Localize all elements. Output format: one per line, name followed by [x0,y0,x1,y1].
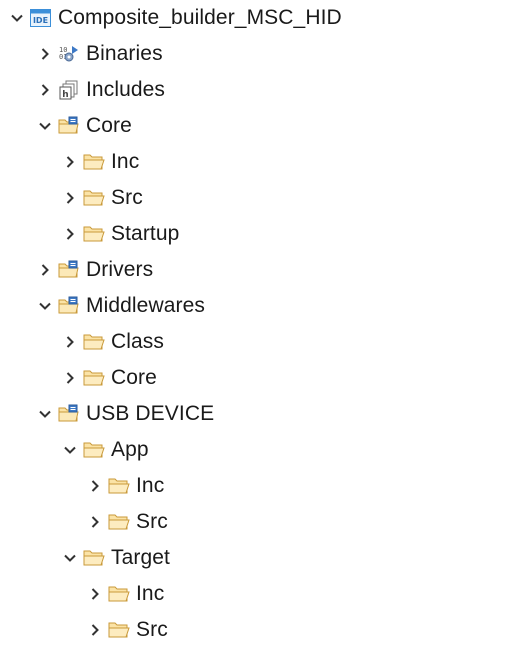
chevron-down-icon[interactable] [36,297,54,315]
tree-item-drivers[interactable]: Drivers [0,252,527,288]
folder-icon [83,332,105,352]
project-label: Composite_builder_MSC_HID [58,6,342,29]
tree-item-target-src[interactable]: Src [0,612,527,648]
tree-item-usb-device[interactable]: USB DEVICE [0,396,527,432]
chevron-right-icon[interactable] [61,153,79,171]
tree-item-middlewares-core[interactable]: Core [0,360,527,396]
tree-item-label: Middlewares [86,294,205,317]
tree-item-middlewares-class[interactable]: Class [0,324,527,360]
tree-item-core-src[interactable]: Src [0,180,527,216]
folder-icon [83,224,105,244]
tree-item-label: Binaries [86,42,163,65]
chevron-down-icon[interactable] [61,441,79,459]
chevron-right-icon[interactable] [86,585,104,603]
tree-item-label: Src [136,510,168,533]
chevron-right-icon[interactable] [61,369,79,387]
tree-item-usb-target[interactable]: Target [0,540,527,576]
chevron-right-icon[interactable] [86,477,104,495]
chevron-right-icon[interactable] [36,45,54,63]
tree-item-target-inc[interactable]: Inc [0,576,527,612]
tree-item-label: Class [111,330,165,353]
folder-icon [83,188,105,208]
tree-item-label: Src [136,618,168,641]
tree-item-label: Core [111,366,157,389]
svg-text:h: h [62,90,68,100]
source-folder-icon [58,260,80,280]
tree-item-label: Inc [111,150,140,173]
chevron-right-icon[interactable] [36,261,54,279]
chevron-down-icon[interactable] [36,405,54,423]
chevron-right-icon[interactable] [86,621,104,639]
tree-item-binaries[interactable]: 10 01 Binaries [0,36,527,72]
tree-item-core-startup[interactable]: Startup [0,216,527,252]
folder-icon [83,152,105,172]
folder-icon [83,368,105,388]
tree-item-app-src[interactable]: Src [0,504,527,540]
tree-item-label: USB DEVICE [86,402,215,425]
ide-project-icon: IDE [30,8,52,28]
tree-item-core-inc[interactable]: Inc [0,144,527,180]
tree-item-label: Src [111,186,143,209]
folder-icon [83,548,105,568]
chevron-right-icon[interactable] [61,333,79,351]
folder-icon [108,584,130,604]
chevron-right-icon[interactable] [61,225,79,243]
tree-item-usb-app[interactable]: App [0,432,527,468]
source-folder-icon [58,116,80,136]
folder-icon [108,620,130,640]
tree-item-includes[interactable]: h Includes [0,72,527,108]
chevron-down-icon[interactable] [36,117,54,135]
folder-icon [108,476,130,496]
source-folder-icon [58,296,80,316]
chevron-down-icon[interactable] [8,9,26,27]
tree-item-label: App [111,438,149,461]
project-explorer-tree: IDE Composite_builder_MSC_HID 10 01 Bina… [0,0,527,653]
chevron-right-icon[interactable] [36,81,54,99]
tree-item-label: Target [111,546,170,569]
source-folder-icon [58,404,80,424]
folder-icon [83,440,105,460]
tree-item-label: Startup [111,222,180,245]
binaries-icon: 10 01 [58,44,80,64]
chevron-right-icon[interactable] [61,189,79,207]
svg-text:IDE: IDE [33,16,48,25]
folder-icon [108,512,130,532]
tree-item-label: Includes [86,78,166,101]
tree-item-app-inc[interactable]: Inc [0,468,527,504]
chevron-down-icon[interactable] [61,549,79,567]
tree-item-label: Inc [136,474,165,497]
includes-icon: h [58,80,80,100]
chevron-right-icon[interactable] [86,513,104,531]
tree-item-label: Inc [136,582,165,605]
tree-item-label: Core [86,114,132,137]
tree-item-label: Drivers [86,258,154,281]
tree-item-middlewares[interactable]: Middlewares [0,288,527,324]
tree-item-core[interactable]: Core [0,108,527,144]
tree-item-project-root[interactable]: IDE Composite_builder_MSC_HID [0,0,527,36]
